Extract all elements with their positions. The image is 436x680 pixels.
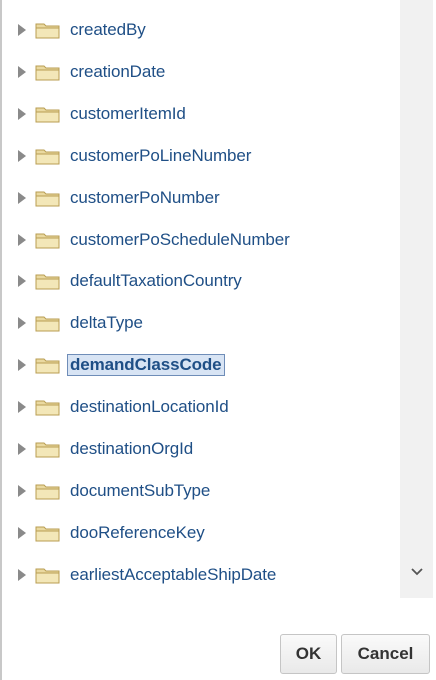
expand-arrow-icon[interactable]	[18, 233, 26, 246]
folder-icon	[35, 358, 60, 374]
tree-node-label[interactable]: customerPoLineNumber	[70, 146, 251, 166]
scroll-down-button[interactable]	[400, 560, 433, 584]
tree-node-label[interactable]: demandClassCode	[67, 354, 225, 377]
folder-icon	[35, 400, 60, 416]
tree-node[interactable]: dooReferenceKey	[2, 517, 400, 549]
folder-icon	[35, 442, 60, 458]
folder-icon	[35, 233, 60, 248]
tree-node-label[interactable]: createdBy	[70, 20, 146, 40]
chevron-down-icon	[410, 568, 423, 576]
folder-icon	[35, 526, 60, 542]
tree-node-label[interactable]: documentSubType	[70, 481, 210, 501]
folder-icon	[35, 107, 60, 123]
tree-node-label[interactable]: destinationOrgId	[70, 439, 193, 459]
tree-node[interactable]: customerPoNumber	[2, 182, 400, 214]
tree-node[interactable]: customerPoLineNumber	[2, 140, 400, 172]
tree-node-label[interactable]: customerPoNumber	[70, 188, 220, 208]
tree-panel[interactable]: createdBy creationDate customerItemId custo…	[2, 0, 400, 598]
tree-node-label[interactable]: dooReferenceKey	[70, 523, 205, 543]
tree-node[interactable]: documentSubType	[2, 475, 400, 507]
tree-node[interactable]: destinationLocationId	[2, 391, 400, 423]
folder-icon	[35, 484, 60, 500]
folder-icon	[35, 65, 60, 81]
tree-node[interactable]: defaultTaxationCountry	[2, 265, 400, 297]
tree-node-label[interactable]: destinationLocationId	[70, 397, 229, 417]
expand-arrow-icon[interactable]	[18, 107, 26, 120]
folder-icon	[35, 23, 60, 39]
ok-button[interactable]: OK	[280, 634, 337, 674]
tree-node[interactable]: creationDate	[2, 56, 400, 88]
expand-arrow-icon[interactable]	[18, 149, 26, 162]
tree-node-label[interactable]: deltaType	[70, 313, 143, 333]
tree-node[interactable]: createdBy	[2, 14, 400, 46]
tree-node[interactable]: customerPoScheduleNumber	[2, 224, 400, 256]
tree-node[interactable]: demandClassCode	[2, 349, 400, 381]
expand-arrow-icon[interactable]	[18, 24, 26, 36]
folder-icon	[35, 149, 60, 165]
folder-icon	[35, 191, 60, 207]
folder-icon	[35, 568, 60, 584]
expand-arrow-icon[interactable]	[18, 275, 26, 288]
tree-node[interactable]: deltaType	[2, 307, 400, 339]
tree-node-label[interactable]: earliestAcceptableShipDate	[70, 565, 276, 585]
expand-arrow-icon[interactable]	[18, 191, 26, 204]
folder-icon	[35, 316, 60, 332]
tree-node[interactable]: destinationOrgId	[2, 433, 400, 465]
vertical-scrollbar[interactable]	[400, 0, 433, 598]
expand-arrow-icon[interactable]	[18, 317, 26, 330]
expand-arrow-icon[interactable]	[18, 443, 26, 455]
tree-node-label[interactable]: customerPoScheduleNumber	[70, 230, 290, 250]
cancel-button[interactable]: Cancel	[341, 634, 430, 674]
folder-icon	[35, 274, 60, 290]
expand-arrow-icon[interactable]	[18, 359, 26, 372]
expand-arrow-icon[interactable]	[18, 484, 26, 497]
tree-node[interactable]: customerItemId	[2, 98, 400, 130]
expand-arrow-icon[interactable]	[18, 401, 26, 414]
tree-node-label[interactable]: creationDate	[70, 62, 165, 82]
tree-node-label[interactable]: customerItemId	[70, 104, 186, 124]
tree-node-label[interactable]: defaultTaxationCountry	[70, 271, 242, 291]
expand-arrow-icon[interactable]	[18, 65, 26, 78]
expand-arrow-icon[interactable]	[18, 568, 26, 581]
tree-node[interactable]: earliestAcceptableShipDate	[2, 559, 400, 591]
expand-arrow-icon[interactable]	[18, 526, 26, 539]
